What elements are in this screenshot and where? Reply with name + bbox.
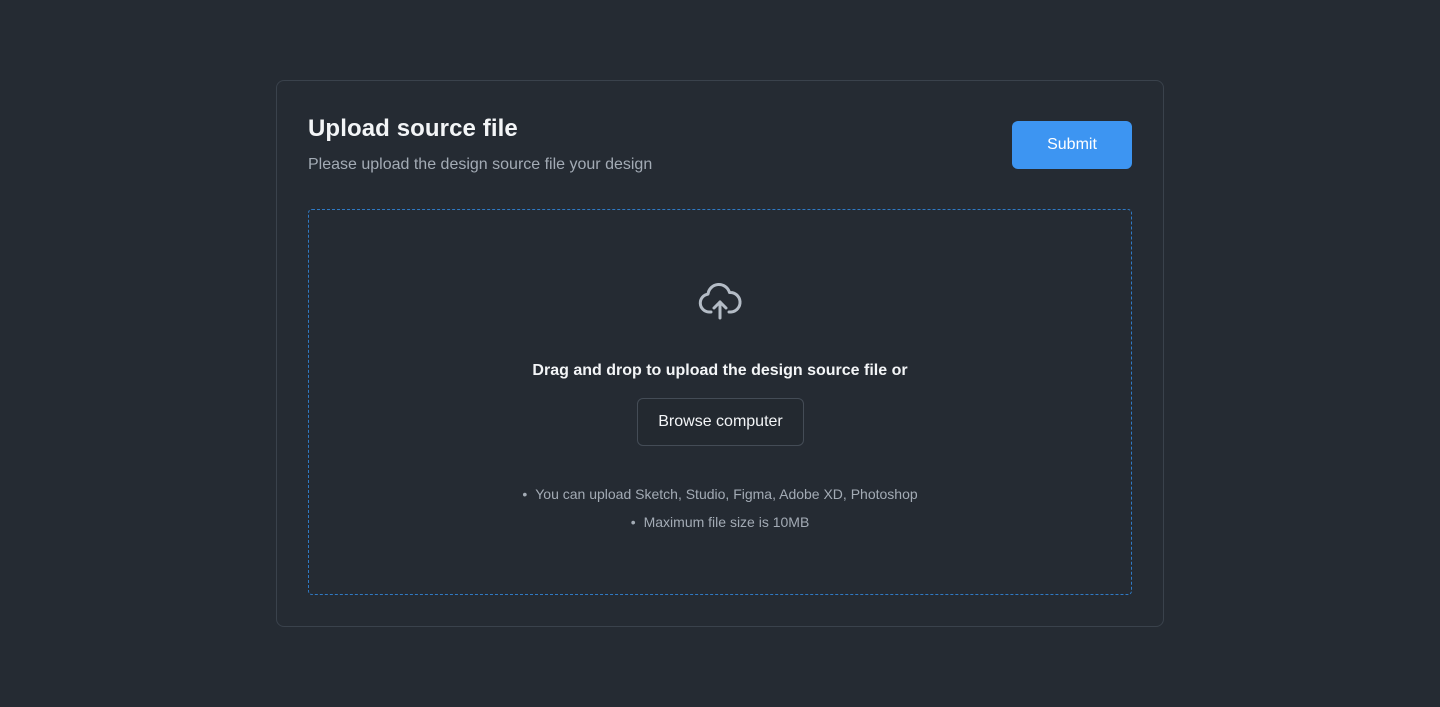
page-title: Upload source file xyxy=(308,115,518,142)
dropzone-instruction: Drag and drop to upload the design sourc… xyxy=(532,362,908,379)
bullet-icon: • xyxy=(522,486,528,502)
list-item: • You can upload Sketch, Studio, Figma, A… xyxy=(309,480,1131,508)
hint-text: You can upload Sketch, Studio, Figma, Ad… xyxy=(535,486,918,502)
bullet-icon: • xyxy=(630,514,636,530)
hint-text: Maximum file size is 10MB xyxy=(643,514,810,530)
upload-hints-list: • You can upload Sketch, Studio, Figma, A… xyxy=(309,480,1131,536)
submit-button[interactable]: Submit xyxy=(1012,121,1132,169)
upload-card: Upload source file Please upload the des… xyxy=(276,80,1164,627)
cloud-upload-icon xyxy=(698,283,742,320)
list-item: • Maximum file size is 10MB xyxy=(309,508,1131,536)
file-dropzone[interactable]: Drag and drop to upload the design sourc… xyxy=(308,209,1132,595)
browse-computer-button[interactable]: Browse computer xyxy=(637,398,804,446)
page-subtitle: Please upload the design source file you… xyxy=(308,156,653,173)
page: Upload source file Please upload the des… xyxy=(0,0,1440,707)
